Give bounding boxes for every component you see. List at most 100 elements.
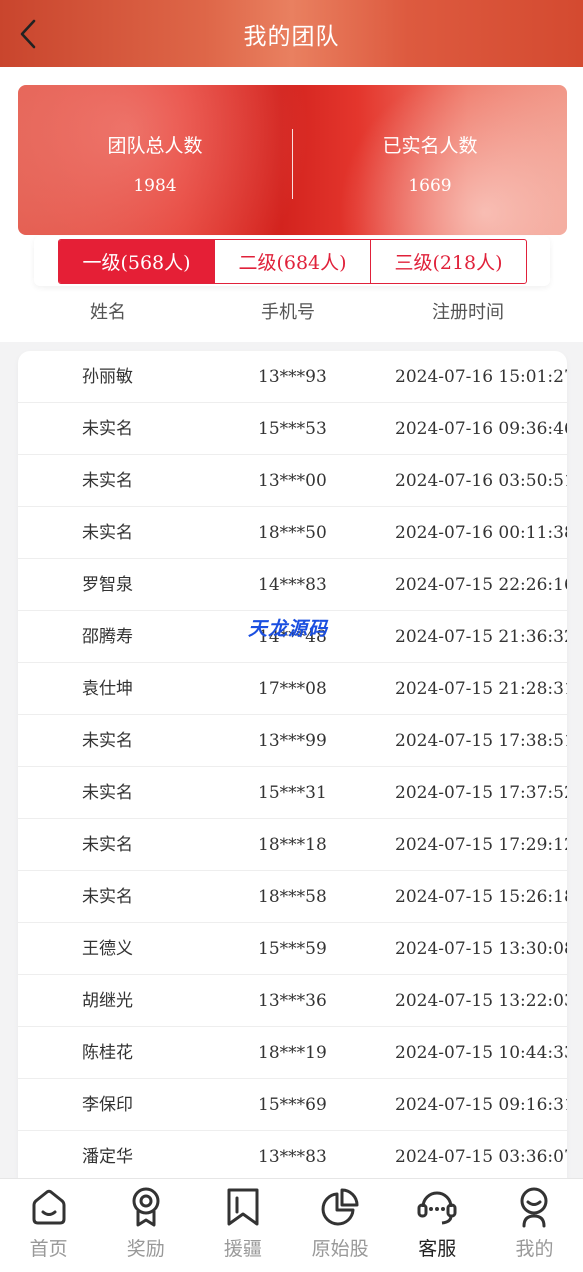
chevron-left-icon	[20, 19, 36, 49]
member-register-time: 2024-07-16 03:50:51	[395, 471, 567, 491]
member-list: 孙丽敏 13***93 2024-07-16 15:01:27 未实名 15***53 2…	[18, 351, 567, 1231]
member-register-time: 2024-07-15 17:37:52	[395, 783, 567, 803]
member-register-time: 2024-07-15 10:44:33	[395, 1043, 567, 1063]
nav-item-service[interactable]: 客服	[389, 1179, 486, 1272]
level-tabs: 一级(568人) 二级(684人) 三级(218人)	[58, 239, 527, 284]
column-header-time: 注册时间	[432, 302, 504, 323]
table-row: 罗智泉 14***83 2024-07-15 22:26:16	[18, 559, 567, 611]
table-row: 未实名 15***31 2024-07-15 17:37:52	[18, 767, 567, 819]
member-name: 未实名	[82, 783, 133, 803]
member-register-time: 2024-07-16 00:11:38	[395, 523, 567, 543]
table-row: 未实名 15***53 2024-07-16 09:36:46	[18, 403, 567, 455]
headset-icon	[417, 1191, 457, 1225]
member-phone: 18***50	[258, 523, 327, 543]
member-register-time: 2024-07-15 13:22:03	[395, 991, 567, 1011]
tab-level-3[interactable]: 三级(218人)	[371, 240, 526, 283]
table-row: 未实名 18***18 2024-07-15 17:29:12	[18, 819, 567, 871]
table-row: 李保印 15***69 2024-07-15 09:16:31	[18, 1079, 567, 1131]
member-name: 孙丽敏	[82, 367, 133, 387]
member-register-time: 2024-07-15 21:28:31	[395, 679, 567, 699]
table-row: 潘定华 13***83 2024-07-15 03:36:07	[18, 1131, 567, 1183]
member-register-time: 2024-07-16 09:36:46	[395, 419, 567, 439]
member-phone: 18***58	[258, 887, 327, 907]
member-register-time: 2024-07-15 13:30:08	[395, 939, 567, 959]
table-row: 孙丽敏 13***93 2024-07-16 15:01:27	[18, 351, 567, 403]
nav-item-shares[interactable]: 原始股	[292, 1179, 389, 1272]
table-row: 陈桂花 18***19 2024-07-15 10:44:33	[18, 1027, 567, 1079]
nav-item-aid[interactable]: 援疆	[194, 1179, 291, 1272]
table-row: 未实名 18***50 2024-07-16 00:11:38	[18, 507, 567, 559]
pie-chart-icon	[321, 1188, 359, 1226]
member-phone: 15***69	[258, 1095, 327, 1115]
nav-label-shares: 原始股	[311, 1238, 369, 1260]
member-phone: 15***31	[258, 783, 327, 803]
member-name: 未实名	[82, 523, 133, 543]
member-phone: 18***18	[258, 835, 327, 855]
home-icon	[32, 1189, 66, 1225]
nav-label-aid: 援疆	[223, 1238, 262, 1260]
verified-label: 已实名人数	[382, 135, 478, 157]
member-phone: 13***83	[258, 1147, 327, 1167]
top-bar: 我的团队	[0, 0, 583, 67]
column-header-name: 姓名	[90, 302, 126, 323]
team-total-value: 1984	[133, 176, 177, 196]
nav-label-home: 首页	[29, 1238, 68, 1260]
team-total-label: 团队总人数	[107, 135, 203, 157]
member-name: 胡继光	[82, 991, 133, 1011]
nav-label-service: 客服	[418, 1238, 457, 1260]
member-name: 李保印	[82, 1095, 133, 1115]
member-name: 未实名	[82, 731, 133, 751]
verified-value: 1669	[408, 176, 452, 196]
nav-label-mine: 我的	[515, 1238, 554, 1260]
member-name: 未实名	[82, 887, 133, 907]
member-name: 王德义	[82, 939, 133, 959]
verified-stat: 已实名人数 1669	[293, 85, 567, 235]
member-phone: 13***99	[258, 731, 327, 751]
member-register-time: 2024-07-15 22:26:16	[395, 575, 567, 595]
back-button[interactable]	[10, 14, 46, 54]
member-register-time: 2024-07-15 17:29:12	[395, 835, 567, 855]
member-phone: 15***53	[258, 419, 327, 439]
member-phone: 13***93	[258, 367, 327, 387]
tab-level-1[interactable]: 一级(568人)	[59, 240, 215, 283]
nav-item-mine[interactable]: 我的	[486, 1179, 583, 1272]
watermark: 天龙源码	[248, 618, 329, 640]
table-row: 未实名 18***58 2024-07-15 15:26:18	[18, 871, 567, 923]
member-register-time: 2024-07-16 15:01:27	[395, 367, 567, 387]
member-phone: 17***08	[258, 679, 327, 699]
member-name: 未实名	[82, 419, 133, 439]
member-phone: 13***00	[258, 471, 327, 491]
member-name: 陈桂花	[82, 1043, 133, 1063]
member-register-time: 2024-07-15 17:38:51	[395, 731, 567, 751]
bottom-nav: 首页 奖励 援疆 原始股 客服 我的	[0, 1178, 583, 1272]
column-header-phone: 手机号	[261, 302, 315, 323]
member-name: 邵腾寿	[82, 627, 133, 647]
nav-item-reward[interactable]: 奖励	[97, 1179, 194, 1272]
member-name: 袁仕坤	[82, 679, 133, 699]
user-profile-icon	[520, 1187, 548, 1228]
member-phone: 13***36	[258, 991, 327, 1011]
member-register-time: 2024-07-15 15:26:18	[395, 887, 567, 907]
nav-item-home[interactable]: 首页	[0, 1179, 97, 1272]
table-row: 胡继光 13***36 2024-07-15 13:22:03	[18, 975, 567, 1027]
member-phone: 18***19	[258, 1043, 327, 1063]
member-name: 潘定华	[82, 1147, 133, 1167]
member-phone: 15***59	[258, 939, 327, 959]
member-name: 罗智泉	[82, 575, 133, 595]
page-title: 我的团队	[243, 23, 340, 50]
member-name: 未实名	[82, 471, 133, 491]
nav-label-reward: 奖励	[126, 1238, 165, 1260]
table-row: 王德义 15***59 2024-07-15 13:30:08	[18, 923, 567, 975]
table-row: 袁仕坤 17***08 2024-07-15 21:28:31	[18, 663, 567, 715]
team-stats-banner: 团队总人数 1984 已实名人数 1669	[18, 85, 567, 235]
member-register-time: 2024-07-15 21:36:32	[395, 627, 567, 647]
tab-level-2[interactable]: 二级(684人)	[215, 240, 371, 283]
table-row: 未实名 13***99 2024-07-15 17:38:51	[18, 715, 567, 767]
table-row: 未实名 13***00 2024-07-16 03:50:51	[18, 455, 567, 507]
bookmark-icon	[227, 1188, 259, 1226]
member-register-time: 2024-07-15 03:36:07	[395, 1147, 567, 1167]
team-total-stat: 团队总人数 1984	[18, 85, 292, 235]
member-name: 未实名	[82, 835, 133, 855]
member-phone: 14***83	[258, 575, 327, 595]
award-medal-icon	[132, 1187, 160, 1227]
